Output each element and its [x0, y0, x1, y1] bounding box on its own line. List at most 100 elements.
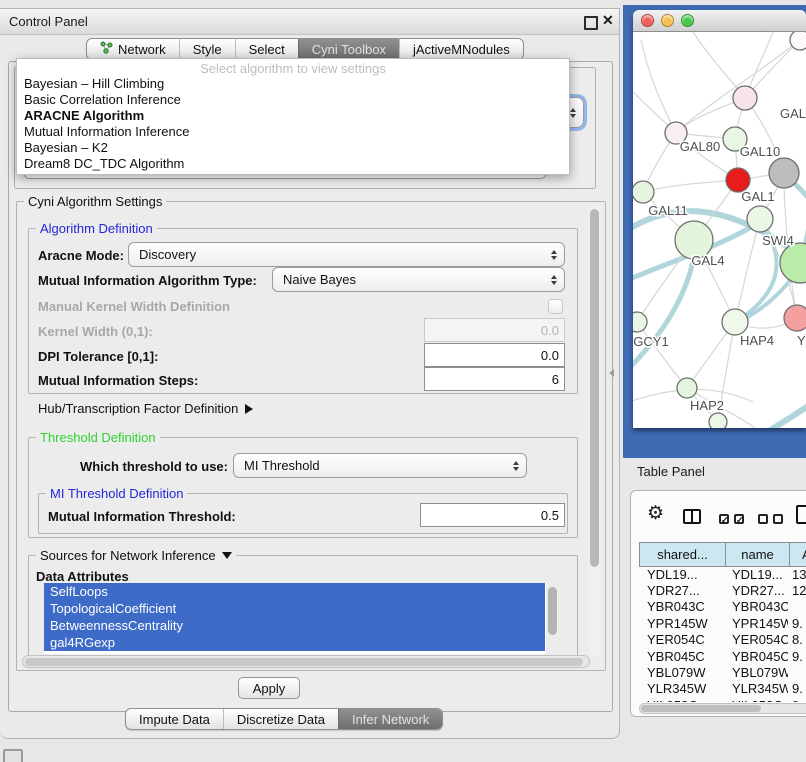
tab-infer-network[interactable]: Infer Network	[338, 709, 442, 729]
apply-button[interactable]: Apply	[238, 677, 300, 699]
node-label: GAL11	[648, 203, 688, 218]
table-panel-title: Table Panel	[637, 464, 705, 479]
dpi-tolerance-label: DPI Tolerance [0,1]:	[38, 349, 158, 364]
table-cell: YBR045C	[724, 649, 788, 664]
tab-impute-data[interactable]: Impute Data	[126, 709, 223, 729]
tab-style[interactable]: Style	[179, 39, 235, 59]
node-label: GAL1	[741, 189, 774, 204]
hub-definition-header[interactable]: Hub/Transcription Factor Definition	[38, 401, 253, 416]
gear-icon[interactable]: ⚙	[647, 504, 664, 523]
tab-label: jActiveMNodules	[413, 42, 510, 57]
tab-cyni-toolbox[interactable]: Cyni Toolbox	[298, 39, 399, 59]
float-window-icon[interactable]	[584, 16, 598, 30]
node-salmon[interactable]	[784, 305, 806, 331]
node-label: SWI4	[762, 233, 794, 248]
dropdown-placeholder: Select algorithm to view settings	[17, 61, 569, 76]
node-label: HAP2	[690, 398, 724, 413]
manual-kernel-width-checkbox	[548, 299, 563, 314]
node-left-green[interactable]	[633, 181, 654, 203]
tab-jactivemnodules[interactable]: jActiveMNodules	[399, 39, 523, 59]
deselect-all-columns-icon[interactable]	[758, 514, 783, 524]
scrollbar-thumb[interactable]	[641, 705, 761, 712]
node-hap4[interactable]	[722, 309, 748, 335]
node-swi4[interactable]	[747, 206, 773, 232]
attribute-item-gal4rgexp[interactable]: gal4RGexp	[44, 634, 545, 651]
scrollbar-thumb[interactable]	[548, 587, 557, 635]
edge	[633, 242, 696, 376]
split-columns-icon[interactable]	[683, 509, 701, 524]
table-horizontal-scrollbar	[639, 703, 806, 714]
network-window-titlebar[interactable]	[633, 10, 806, 32]
settings-group-title: Cyni Algorithm Settings	[24, 194, 166, 209]
table-cell: YER054C	[724, 632, 788, 647]
new-table-icon[interactable]	[796, 505, 806, 524]
node-big-green[interactable]	[780, 243, 806, 283]
tab-label: Cyni Toolbox	[312, 42, 386, 57]
panel-splitter-handle[interactable]	[609, 369, 614, 377]
top-tabstrip: NetworkStyleSelect Cyni Toolbox jActiveMNo…	[86, 38, 524, 60]
screenshot-root: Control Panel ✕ NetworkStyleSelect Cyni T…	[0, 0, 806, 762]
attribute-item-selfloops[interactable]: SelfLoops	[44, 583, 545, 600]
node-gcy1[interactable]	[633, 312, 647, 332]
minimize-traffic-light-icon[interactable]	[661, 14, 674, 27]
aracne-mode-label: Aracne Mode:	[38, 248, 124, 263]
table-row[interactable]: YBR045CYBR045C9.	[639, 648, 806, 664]
table-row[interactable]: YER054CYER054C8.	[639, 632, 806, 648]
table-row[interactable]: YDR27...YDR27...12	[639, 582, 806, 598]
kernel-width-value: 0.0	[541, 323, 559, 338]
network-canvas[interactable]: GALGAL80GAL10GAL1GAL11SWI4GAL4GCY1HAP4YH…	[633, 32, 806, 428]
algorithm-option-basic-correlation-inference[interactable]: Basic Correlation Inference	[17, 92, 569, 108]
algorithm-option-bayesian-k2[interactable]: Bayesian – K2	[17, 140, 569, 156]
mi-threshold-field[interactable]: 0.5	[420, 503, 565, 527]
edge	[745, 400, 806, 428]
sources-group-title[interactable]: Sources for Network Inference	[36, 548, 236, 563]
close-traffic-light-icon[interactable]	[641, 14, 654, 27]
table-cell: YDR27...	[724, 583, 788, 598]
table-header-row: shared...nameA	[639, 542, 806, 567]
algorithm-definition-title: Algorithm Definition	[36, 221, 157, 236]
mi-steps-field[interactable]: 6	[424, 367, 565, 391]
algorithm-option-mutual-information-inference[interactable]: Mutual Information Inference	[17, 124, 569, 140]
kernel-width-label: Kernel Width (0,1):	[38, 324, 153, 339]
table-cell: YDL19...	[639, 567, 724, 582]
algorithm-option-aracne-algorithm[interactable]: ARACNE Algorithm	[17, 108, 569, 124]
node-label: GAL	[780, 106, 806, 121]
node-label: Y	[797, 333, 806, 348]
node-hap2[interactable]	[677, 378, 697, 398]
tab-discretize-data[interactable]: Discretize Data	[223, 709, 338, 729]
table-row[interactable]: YBL079WYBL079W	[639, 664, 806, 680]
minimized-panel-icon[interactable]	[3, 749, 23, 762]
column-header-shared[interactable]: shared...	[640, 543, 725, 566]
node-partial-bottom[interactable]	[709, 413, 727, 428]
table-cell: 8.	[788, 632, 806, 647]
dpi-tolerance-field[interactable]: 0.0	[424, 343, 565, 367]
algorithm-option-bayesian-hill-climbing[interactable]: Bayesian – Hill Climbing	[17, 76, 569, 92]
node-gray-node[interactable]	[769, 158, 799, 188]
table-row[interactable]: YBR043CYBR043C	[639, 599, 806, 615]
panel-title: Control Panel	[9, 14, 88, 29]
node-partial-top[interactable]	[790, 32, 806, 50]
algorithm-option-dream8-dc-tdc-algorithm[interactable]: Dream8 DC_TDC Algorithm	[17, 156, 569, 172]
table-row[interactable]: YIL052CYIL052C9	[639, 697, 806, 702]
table-cell: YLR345W	[639, 681, 724, 696]
attribute-item-betweennesscentrality[interactable]: BetweennessCentrality	[44, 617, 545, 634]
column-header-name[interactable]: name	[725, 543, 789, 566]
zoom-traffic-light-icon[interactable]	[681, 14, 694, 27]
scrollbar-thumb[interactable]	[590, 209, 599, 567]
network-view-window: GALGAL80GAL10GAL1GAL11SWI4GAL4GCY1HAP4YH…	[633, 10, 806, 428]
tab-select[interactable]: Select	[235, 39, 298, 59]
tab-network[interactable]: Network	[87, 39, 179, 59]
node-gal-pink[interactable]	[733, 86, 757, 110]
scrollbar-thumb[interactable]	[25, 658, 583, 666]
table-row[interactable]: YDL19...YDL19...13	[639, 566, 806, 582]
column-header-a[interactable]: A	[789, 543, 806, 566]
select-all-columns-icon[interactable]: ✓✓	[719, 514, 744, 524]
collapsed-arrow-icon	[245, 404, 253, 414]
mi-steps-label: Mutual Information Steps:	[38, 373, 198, 388]
close-icon[interactable]: ✕	[602, 12, 614, 29]
table-row[interactable]: YLR345WYLR345W9.	[639, 681, 806, 697]
table-row[interactable]: YPR145WYPR145W9.	[639, 615, 806, 631]
edge	[641, 40, 676, 133]
table-cell: 9.	[788, 681, 806, 696]
attribute-item-topologicalcoefficient[interactable]: TopologicalCoefficient	[44, 600, 545, 617]
